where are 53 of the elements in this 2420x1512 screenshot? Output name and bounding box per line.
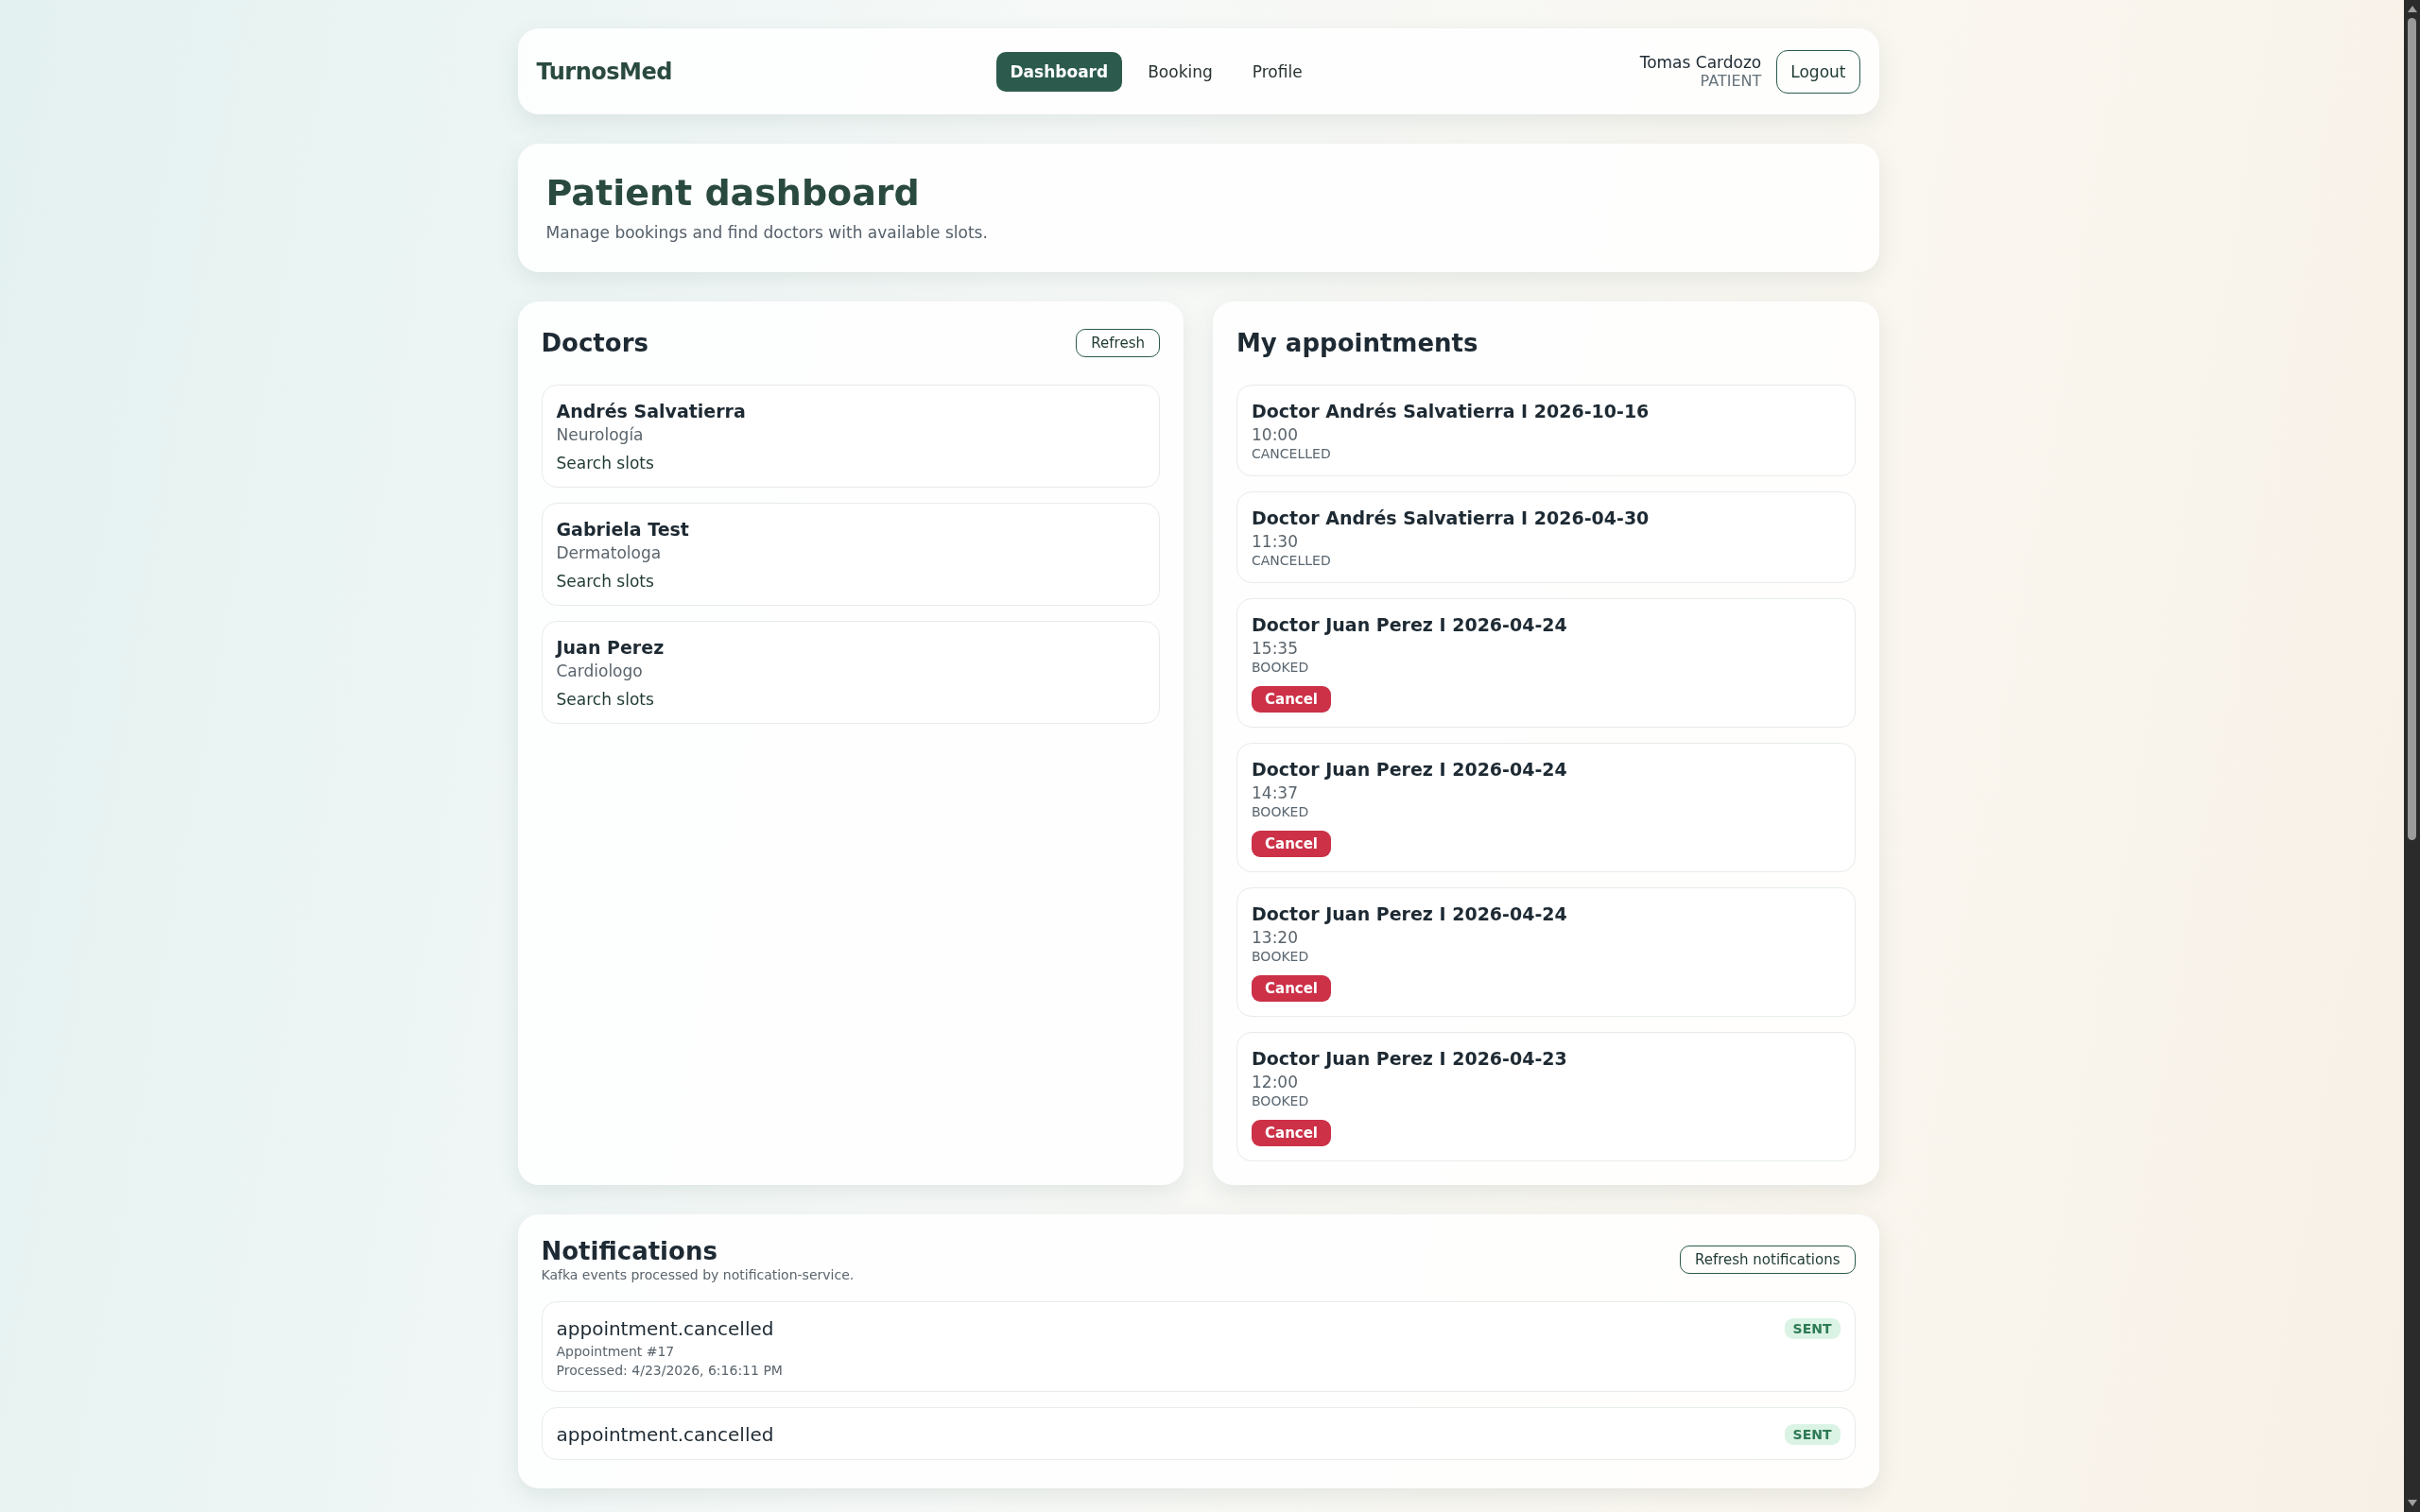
logout-button[interactable]: Logout <box>1776 49 1860 94</box>
event-name: appointment.cancelled <box>556 1423 774 1446</box>
refresh-notifications-button[interactable]: Refresh notifications <box>1679 1246 1856 1274</box>
appointment-status: BOOKED <box>1252 1093 1309 1108</box>
doctor-specialty: Cardiologo <box>556 662 643 680</box>
appointment-status: CANCELLED <box>1252 553 1331 568</box>
doctor-specialty: Dermatologa <box>556 543 662 562</box>
cancel-button[interactable]: Cancel <box>1252 686 1331 713</box>
appointment-status: BOOKED <box>1252 949 1309 964</box>
appointment-time: 10:00 <box>1252 425 1298 444</box>
appointment-time: 12:00 <box>1252 1073 1298 1091</box>
doctor-specialty: Neurología <box>556 425 644 444</box>
processed-time: Processed: 4/23/2026, 6:16:11 PM <box>556 1363 784 1378</box>
doctor-name: Juan Perez <box>556 637 665 658</box>
panel-title: Notifications <box>541 1237 718 1265</box>
appointment-time: 11:30 <box>1252 532 1298 551</box>
appointment-status: BOOKED <box>1252 804 1309 819</box>
doctor-name: Gabriela Test <box>556 519 689 540</box>
user-name: Tomas Cardozo <box>1639 53 1762 72</box>
appointment-time: 15:35 <box>1252 639 1298 658</box>
status-badge: SENT <box>1784 1318 1841 1339</box>
scrollbar[interactable] <box>2404 0 2420 1512</box>
appointment-title: Doctor Juan Perez I 2026-04-24 <box>1252 759 1567 780</box>
search-slots-link[interactable]: Search slots <box>556 690 654 709</box>
appointment-status: BOOKED <box>1252 660 1309 675</box>
appointment-title: Doctor Juan Perez I 2026-04-23 <box>1252 1048 1567 1069</box>
status-badge: SENT <box>1784 1424 1841 1445</box>
search-slots-link[interactable]: Search slots <box>556 454 654 472</box>
event-name: appointment.cancelled <box>556 1317 774 1340</box>
search-slots-link[interactable]: Search slots <box>556 572 654 591</box>
appointment-title: Doctor Andrés Salvatierra I 2026-04-30 <box>1252 507 1650 528</box>
panel-title: Doctors <box>541 329 648 357</box>
cancel-button[interactable]: Cancel <box>1252 831 1331 857</box>
user-role: PATIENT <box>1700 72 1762 90</box>
cancel-button[interactable]: Cancel <box>1252 1120 1331 1146</box>
page-subtitle: Manage bookings and find doctors with available slots. <box>545 223 989 242</box>
refresh-button[interactable]: Refresh <box>1076 329 1160 357</box>
appointment-time: 14:37 <box>1252 783 1298 802</box>
cancel-button[interactable]: Cancel <box>1252 975 1331 1002</box>
appointment-title: Doctor Juan Perez I 2026-04-24 <box>1252 614 1567 635</box>
nav-tab[interactable]: Dashboard <box>995 51 1123 92</box>
page-title: Patient dashboard <box>545 172 921 214</box>
nav-tab[interactable]: Booking <box>1133 51 1227 92</box>
panel-title: My appointments <box>1236 329 1478 357</box>
appointment-time: 13:20 <box>1252 928 1298 947</box>
appointment-title: Doctor Andrés Salvatierra I 2026-10-16 <box>1252 401 1650 421</box>
notification-detail: Appointment #17 <box>556 1344 676 1359</box>
appointment-title: Doctor Juan Perez I 2026-04-24 <box>1252 903 1567 924</box>
doctor-name: Andrés Salvatierra <box>556 401 746 421</box>
app-logo[interactable]: TurnosMed <box>536 58 672 85</box>
appointment-status: CANCELLED <box>1252 446 1331 461</box>
panel-subtitle: Kafka events processed by notification-service. <box>541 1267 855 1282</box>
nav-tab[interactable]: Profile <box>1237 51 1317 92</box>
